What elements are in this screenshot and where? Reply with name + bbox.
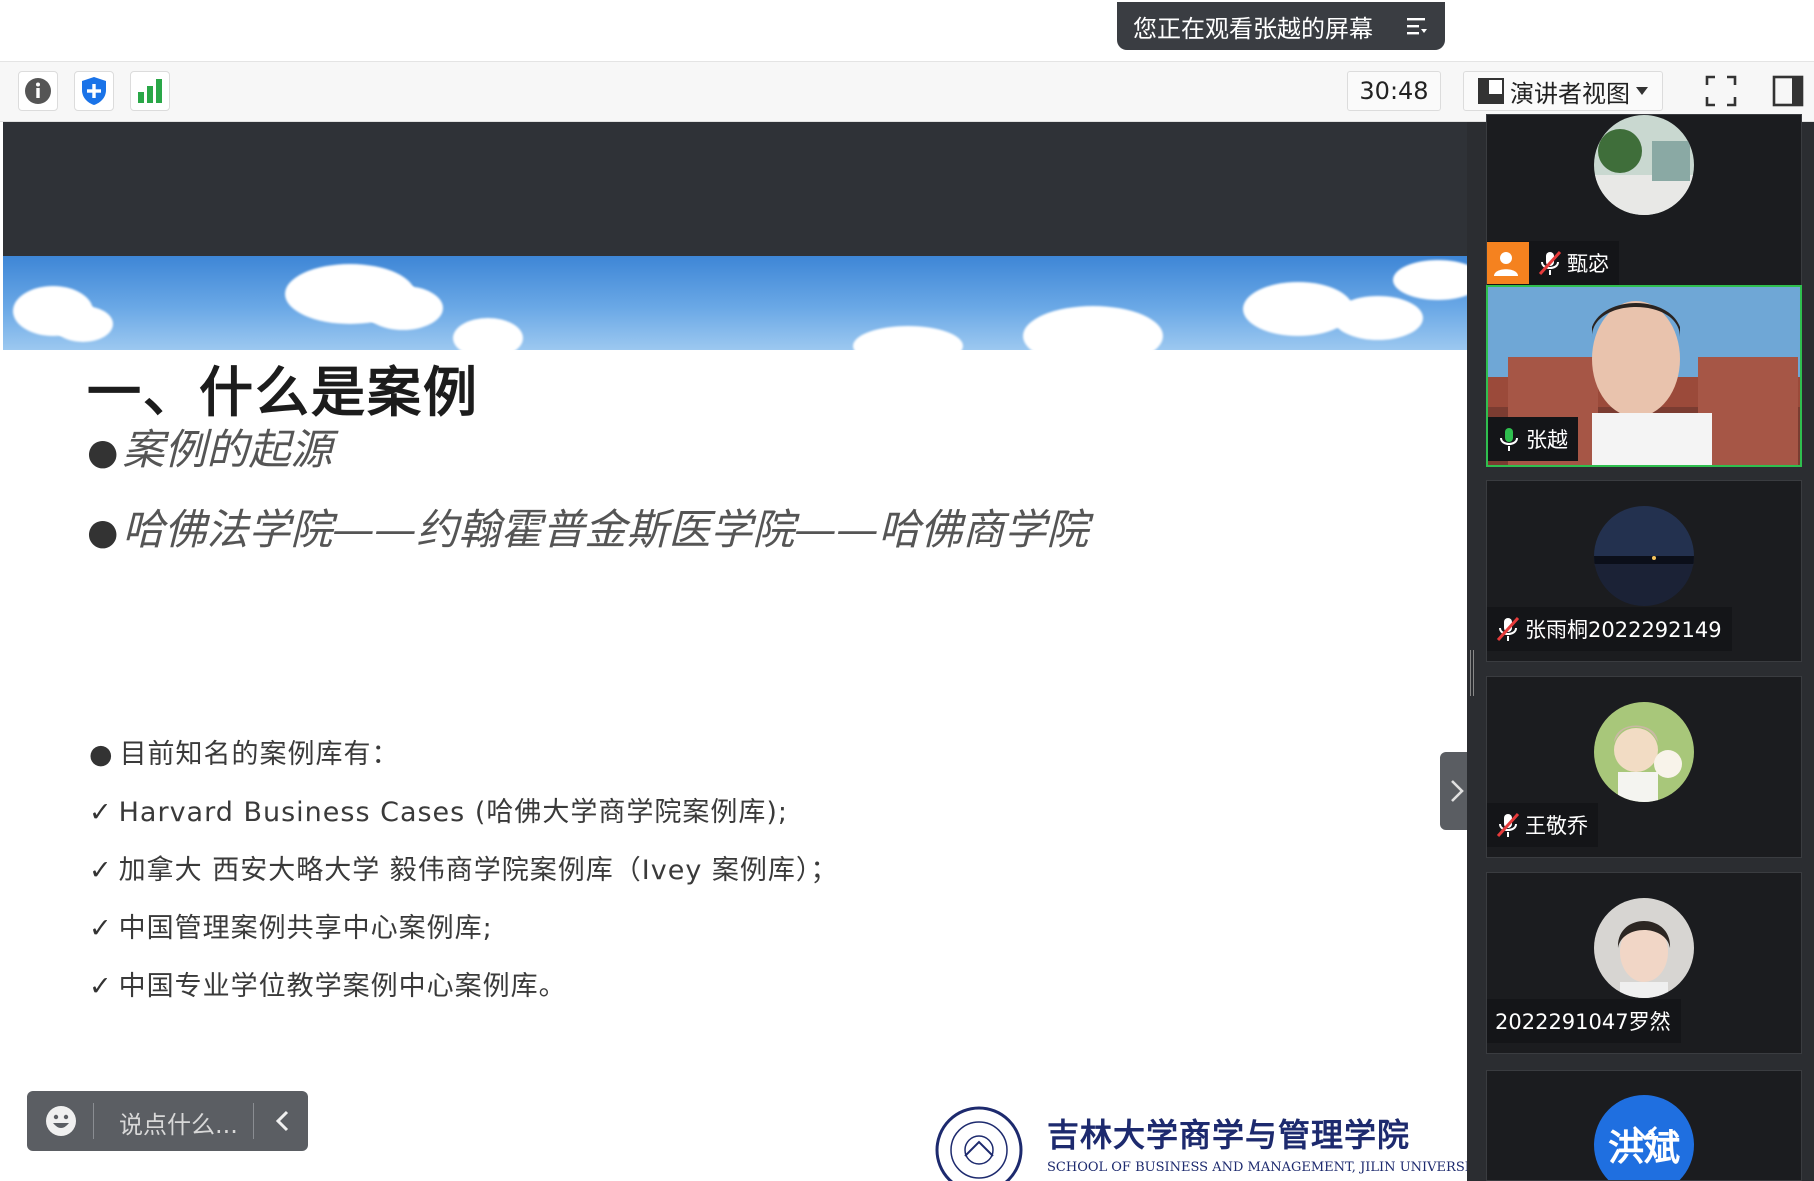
host-badge <box>1487 242 1529 284</box>
chevron-right-icon <box>1451 780 1464 802</box>
participant-tile[interactable]: 2022291047罗然 <box>1486 872 1802 1054</box>
chevron-down-icon <box>1636 87 1648 95</box>
case-library-item: ✓ 加拿大 西安大略大学 毅伟商学院案例库（Ivey 案例库）； <box>89 855 839 886</box>
mic-on-icon <box>1500 428 1518 451</box>
bullet-origin-text: 案例的起源 <box>122 425 333 474</box>
case-library-intro: ● 目前知名的案例库有： <box>89 739 400 770</box>
participant-name-tag: 王敬乔 <box>1487 803 1598 847</box>
bullet-schools-text: 哈佛法学院——约翰霍普金斯医学院——哈佛商学院 <box>122 505 1089 554</box>
participant-name: 2022291047罗然 <box>1495 1010 1671 1034</box>
university-seal-icon <box>935 1106 1023 1181</box>
case-library-item: ✓ Harvard Business Cases (哈佛大学商学院案例库); <box>89 797 788 828</box>
bullet-schools: ●哈佛法学院——约翰霍普金斯医学院——哈佛商学院 <box>87 505 1089 554</box>
avatar <box>1594 898 1694 998</box>
participant-tile[interactable]: 王敬乔 <box>1486 676 1802 858</box>
meeting-info-button[interactable] <box>18 71 58 111</box>
user-icon <box>1494 252 1518 276</box>
avatar <box>1594 506 1694 606</box>
sidebar-toggle-button[interactable] <box>1768 71 1808 111</box>
mic-muted-icon <box>1538 250 1562 276</box>
screen-share-banner: 您正在观看张越的屏幕 <box>1117 2 1445 50</box>
participant-name: 张越 <box>1526 428 1568 452</box>
case-library-item: ✓ 中国管理案例共享中心案例库; <box>89 913 493 944</box>
case-library-item-text: 中国管理案例共享中心案例库; <box>118 913 493 944</box>
panel-resize-handle[interactable] <box>1470 650 1474 696</box>
avatar <box>1594 115 1694 215</box>
sidebar-layout-icon <box>1772 75 1804 107</box>
view-mode-label: 演讲者视图 <box>1510 79 1630 108</box>
participant-tile-active-speaker[interactable]: 张越 <box>1486 285 1802 467</box>
network-signal-icon <box>138 79 162 103</box>
case-library-item-text: Harvard Business Cases (哈佛大学商学院案例库); <box>118 797 788 828</box>
chat-input-bar[interactable]: 说点什么... <box>27 1091 308 1151</box>
screen-share-text: 您正在观看张越的屏幕 <box>1133 14 1373 43</box>
view-mode-dropdown[interactable]: 演讲者视图 <box>1463 71 1663 111</box>
school-logo-block: 吉林大学商学与管理学院 SCHOOL OF BUSINESS AND MANAG… <box>935 1106 1467 1181</box>
case-library-item-text: 中国专业学位教学案例中心案例库。 <box>118 971 567 1002</box>
security-shield-icon <box>82 77 106 105</box>
participant-name-tag: 张越 <box>1488 417 1578 461</box>
avatar <box>1594 702 1694 802</box>
presentation-slide: 一、什么是案例 ●案例的起源 ●哈佛法学院——约翰霍普金斯医学院——哈佛商学院 … <box>3 256 1467 1181</box>
chat-placeholder[interactable]: 说点什么... <box>119 1105 238 1140</box>
case-library-item-text: 加拿大 西安大略大学 毅伟商学院案例库（Ivey 案例库）； <box>118 855 839 886</box>
security-button[interactable] <box>74 71 114 111</box>
participant-name-tag: 2022291047罗然 <box>1487 999 1681 1043</box>
emoji-icon[interactable] <box>45 1105 77 1137</box>
chat-divider <box>93 1103 94 1139</box>
chevron-down-icon[interactable] <box>1630 1123 1660 1143</box>
fullscreen-button[interactable] <box>1701 71 1741 111</box>
speaker-view-icon <box>1478 78 1504 104</box>
menu-icon[interactable] <box>1405 14 1429 38</box>
participant-tile[interactable]: 洪斌 <box>1486 1070 1802 1181</box>
case-library-item: ✓ 中国专业学位教学案例中心案例库。 <box>89 971 567 1002</box>
sky-banner-image <box>3 256 1467 350</box>
school-name-english: SCHOOL OF BUSINESS AND MANAGEMENT, JILIN… <box>1047 1160 1467 1175</box>
school-name-chinese: 吉林大学商学与管理学院 <box>1047 1116 1411 1154</box>
meeting-timer: 30:48 <box>1347 71 1441 111</box>
participant-name: 甄宓 <box>1567 252 1609 276</box>
participant-name-tag: 张雨桐2022292149 <box>1487 607 1732 651</box>
fullscreen-icon <box>1705 75 1737 107</box>
chevron-left-icon[interactable] <box>269 1107 297 1135</box>
top-bar: 您正在观看张越的屏幕 <box>0 0 1814 62</box>
meeting-toolbar: 30:48 演讲者视图 <box>0 62 1814 122</box>
meeting-window: 您正在观看张越的屏幕 30:48 演讲者视图 一、什么是案例 ●案例的起源 ●哈… <box>0 0 1814 1181</box>
shared-screen: 一、什么是案例 ●案例的起源 ●哈佛法学院——约翰霍普金斯医学院——哈佛商学院 … <box>3 122 1474 1181</box>
participant-tile[interactable]: 甄宓 <box>1486 114 1802 296</box>
participant-name: 张雨桐2022292149 <box>1525 618 1722 642</box>
network-status-button[interactable] <box>130 71 170 111</box>
chat-divider <box>253 1103 254 1139</box>
mic-muted-icon <box>1496 812 1520 838</box>
participant-tile[interactable]: 张雨桐2022292149 <box>1486 480 1802 662</box>
mic-muted-icon <box>1496 616 1520 642</box>
participant-name: 王敬乔 <box>1525 814 1588 838</box>
participant-name-tag: 甄宓 <box>1487 241 1619 285</box>
info-icon <box>25 78 51 104</box>
bullet-origin: ●案例的起源 <box>87 425 333 474</box>
case-library-intro-text: 目前知名的案例库有： <box>119 739 400 770</box>
